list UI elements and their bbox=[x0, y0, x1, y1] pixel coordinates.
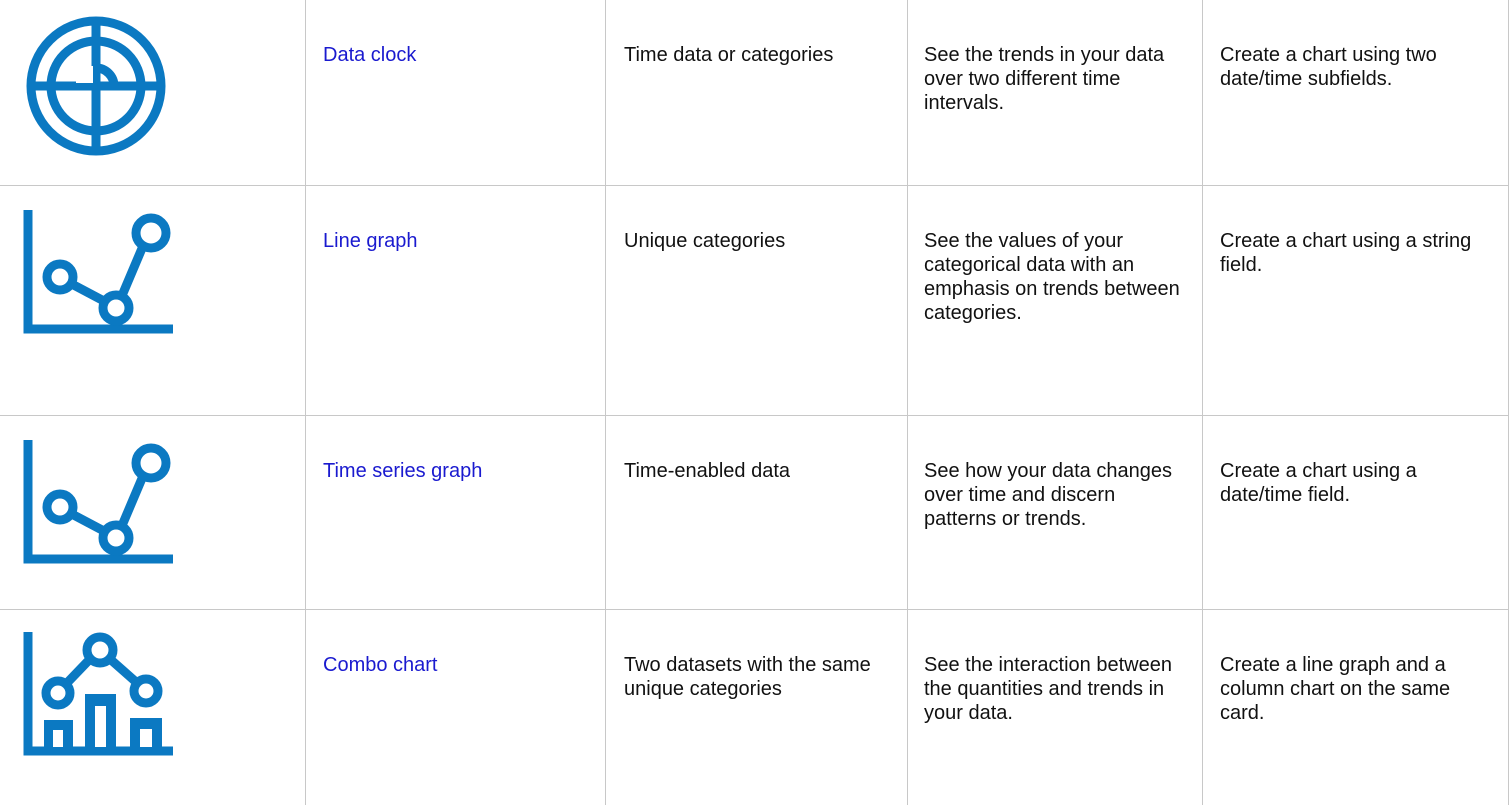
chart-type-link[interactable]: Combo chart bbox=[323, 654, 438, 676]
create-cell: Create a line graph and a column chart o… bbox=[1220, 654, 1451, 724]
input-data-cell: Time-enabled data bbox=[624, 460, 791, 482]
create-cell: Create a chart using two date/time subfi… bbox=[1220, 44, 1437, 90]
input-data-cell: Two datasets with the same unique catego… bbox=[624, 654, 871, 700]
data-clock-icon bbox=[0, 0, 305, 185]
table-row: Time series graph Time-enabled data See … bbox=[0, 416, 1509, 609]
purpose-cell: See the trends in your data over two dif… bbox=[924, 44, 1165, 114]
input-data-cell: Unique categories bbox=[624, 230, 786, 252]
chart-type-link[interactable]: Line graph bbox=[323, 230, 418, 252]
purpose-cell: See how your data changes over time and … bbox=[924, 460, 1172, 530]
line-graph-icon bbox=[0, 416, 305, 609]
purpose-cell: See the interaction between the quantiti… bbox=[924, 654, 1172, 724]
chart-type-link[interactable]: Data clock bbox=[323, 44, 416, 66]
table-row: Line graph Unique categories See the val… bbox=[0, 186, 1509, 415]
table-row: Data clock Time data or categories See t… bbox=[0, 0, 1509, 185]
create-cell: Create a chart using a date/time field. bbox=[1220, 460, 1417, 506]
line-graph-icon bbox=[0, 186, 305, 415]
purpose-cell: See the values of your categorical data … bbox=[924, 230, 1180, 324]
chart-types-table: Data clock Time data or categories See t… bbox=[0, 0, 1509, 805]
create-cell: Create a chart using a string field. bbox=[1220, 230, 1472, 276]
table-row: Combo chart Two datasets with the same u… bbox=[0, 610, 1509, 805]
input-data-cell: Time data or categories bbox=[624, 44, 834, 66]
chart-type-link[interactable]: Time series graph bbox=[323, 460, 482, 482]
combo-chart-icon bbox=[0, 610, 305, 805]
